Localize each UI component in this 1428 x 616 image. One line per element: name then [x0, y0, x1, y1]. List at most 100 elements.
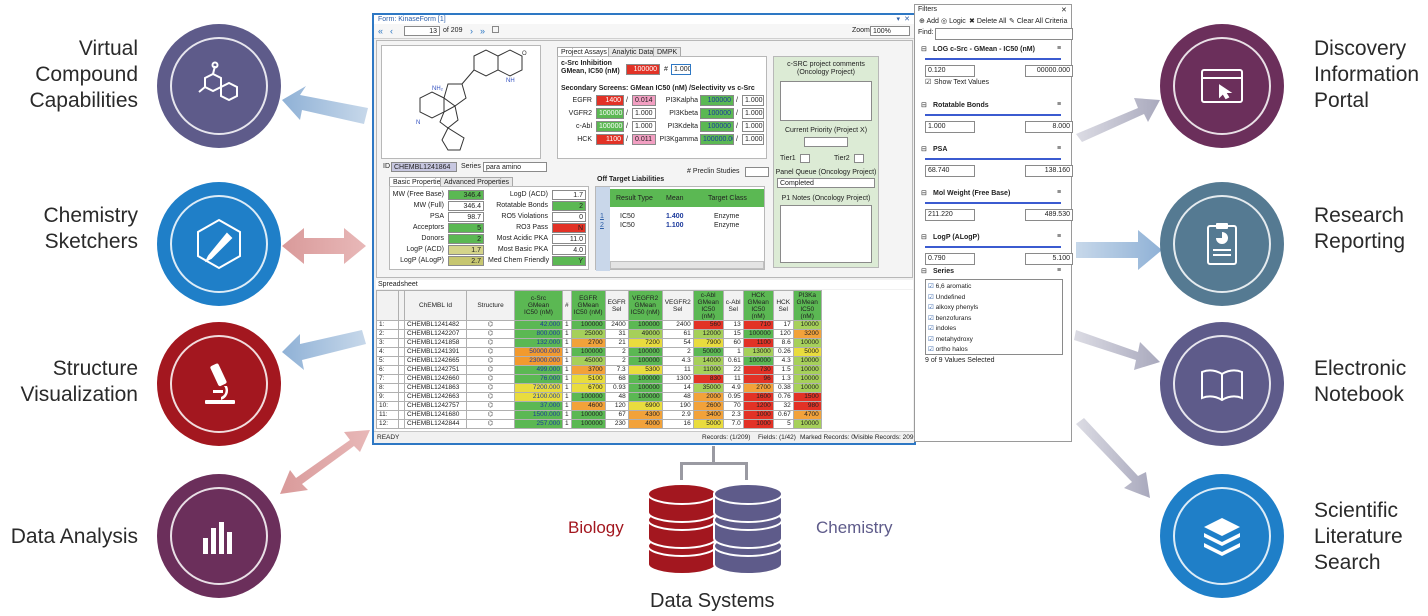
range-slider[interactable] [925, 114, 1061, 116]
checkbox-checked-icon[interactable]: ☑ [928, 346, 936, 353]
pin-icon[interactable]: ▾ [896, 15, 900, 24]
table-row[interactable]: 4: CHEMBL1241391 ⌬ 50000.000 1 100000 2 100000 2… [376, 347, 822, 357]
column-header[interactable]: VEGFR2 GMean IC50 (nM) [627, 290, 663, 321]
grid-icon[interactable] [492, 26, 499, 33]
column-header[interactable]: Structure [466, 290, 515, 321]
series-list[interactable]: ☑ 6,6 aromatic ☑ Undefined ☑ alkoxy phenyl… [925, 279, 1063, 355]
filter-menu-icon[interactable]: ≡ [1057, 101, 1061, 108]
series-item[interactable]: ☑ Undefined [928, 293, 965, 302]
offtarget-row-number[interactable]: 1 [600, 213, 604, 220]
logic-button[interactable]: ◎ Logic [941, 17, 966, 25]
first-record-icon[interactable]: « [378, 26, 383, 36]
collapse-icon[interactable]: ⊟ [921, 101, 927, 109]
collapse-icon[interactable]: ⊟ [921, 145, 927, 153]
zoom-select[interactable]: 100% [870, 26, 910, 36]
checkbox-checked-icon[interactable]: ☑ [928, 336, 936, 343]
range-max-input[interactable]: 00000.000 [1025, 65, 1073, 77]
checkbox-checked-icon[interactable]: ☑ [928, 325, 936, 332]
column-header[interactable]: HCK GMean IC50 (nM) [742, 290, 774, 321]
column-header[interactable]: EGFR GMean IC50 (nM) [570, 290, 606, 321]
offtarget-row-number[interactable]: 2 [600, 222, 604, 229]
series-item[interactable]: ☑ 6,6 aromatic [928, 282, 971, 291]
range-max-input[interactable]: 5.100 [1025, 253, 1073, 265]
close-icon[interactable]: ✕ [904, 15, 910, 24]
panel-queue-field[interactable]: Completed [777, 178, 875, 188]
table-row[interactable]: 7: CHEMBL1242660 ⌬ 76.000 1 5100 68 100000 1300 8… [376, 374, 822, 384]
prev-record-icon[interactable]: ‹ [390, 26, 393, 36]
filters-close-icon[interactable]: ✕ [1061, 6, 1067, 14]
show-text-checkbox[interactable]: ☑ [925, 78, 931, 86]
range-min-input[interactable]: 1.000 [925, 121, 975, 133]
range-min-input[interactable]: 0.790 [925, 253, 975, 265]
column-header[interactable]: EGFR Sel [604, 290, 629, 321]
series-field[interactable]: para amino [483, 162, 547, 172]
series-collapse-icon[interactable]: ⊟ [921, 267, 927, 275]
collapse-icon[interactable]: ⊟ [921, 45, 927, 53]
range-slider[interactable] [925, 202, 1061, 204]
collapse-icon[interactable]: ⊟ [921, 189, 927, 197]
checkbox-checked-icon[interactable]: ☑ [928, 315, 936, 322]
add-filter-button[interactable]: ⊕ Add [919, 17, 939, 25]
property-value: 1.7 [448, 245, 484, 255]
table-row[interactable]: 12: CHEMBL1242844 ⌬ 257.000 1 100000 230 4000 16… [376, 419, 822, 429]
column-header[interactable]: ChEMBL Id [404, 290, 467, 321]
last-record-icon[interactable]: » [480, 26, 485, 36]
tier1-checkbox[interactable] [800, 154, 810, 163]
series-item[interactable]: ☑ benzofurans [928, 314, 971, 323]
filter-menu-icon[interactable]: ≡ [1057, 189, 1061, 196]
filter-menu-icon[interactable]: ≡ [1057, 145, 1061, 152]
checkbox-checked-icon[interactable]: ☑ [928, 294, 936, 301]
range-max-input[interactable]: 138.160 [1025, 165, 1073, 177]
column-header[interactable]: VEGFR2 Sel [661, 290, 694, 321]
series-item[interactable]: ☑ ortho halos [928, 345, 968, 354]
table-row[interactable]: 10: CHEMBL1242757 ⌬ 37.000 1 4600 120 6900 190 26… [376, 401, 822, 411]
comments-field[interactable] [780, 81, 872, 121]
checkbox-checked-icon[interactable]: ☑ [928, 304, 936, 311]
series-item[interactable]: ☑ indoles [928, 324, 956, 333]
series-item[interactable]: ☑ metahydroxy [928, 335, 973, 344]
table-row[interactable]: 1: CHEMBL1241482 ⌬ 42.000 1 100000 2400 100000 2… [376, 320, 822, 330]
id-field[interactable]: CHEMBL1241864 [391, 162, 457, 172]
range-min-input[interactable]: 0.120 [925, 65, 975, 77]
table-row[interactable]: 8: CHEMBL1241863 ⌬ 7200.000 1 6700 0.93 100000 1… [376, 383, 822, 393]
column-header[interactable]: c-Abl GMean IC50 (nM) [692, 290, 724, 321]
range-slider[interactable] [925, 58, 1061, 60]
p1-notes-field[interactable] [780, 205, 872, 263]
checkbox-checked-icon[interactable]: ☑ [928, 283, 936, 290]
delete-all-button[interactable]: ✖ Delete All [969, 17, 1006, 25]
compound-structure-icon: O NH₂ N NH [416, 49, 527, 151]
preclin-field[interactable] [745, 167, 769, 177]
priority-field[interactable] [804, 137, 848, 147]
column-header[interactable]: c-Abl Sel [722, 290, 744, 321]
next-record-icon[interactable]: › [470, 26, 473, 36]
filter-menu-icon[interactable]: ≡ [1057, 45, 1061, 52]
property-label: Acceptors [412, 224, 444, 231]
find-input[interactable] [935, 28, 1073, 40]
range-max-input[interactable]: 8.000 [1025, 121, 1073, 133]
range-min-input[interactable]: 211.220 [925, 209, 975, 221]
tier2-checkbox[interactable] [854, 154, 864, 163]
cell-id: CHEMBL1241482 [404, 320, 467, 330]
range-slider[interactable] [925, 158, 1061, 160]
offtarget-scrollbar[interactable] [610, 261, 764, 269]
series-item[interactable]: ☑ alkoxy phenyls [928, 303, 978, 312]
table-row[interactable]: 9: CHEMBL1242663 ⌬ 2100.000 1 100000 48 100000 4… [376, 392, 822, 402]
range-min-input[interactable]: 68.740 [925, 165, 975, 177]
table-row[interactable]: 2: CHEMBL1242207 ⌬ 800.000 1 25000 31 49000 61 12… [376, 329, 822, 339]
series-menu-icon[interactable]: ≡ [1057, 267, 1061, 274]
table-row[interactable]: 11: CHEMBL1241680 ⌬ 1500.000 1 100000 67 4300 2.… [376, 410, 822, 420]
filter-menu-icon[interactable]: ≡ [1057, 233, 1061, 240]
series-item-label: Undefined [935, 293, 966, 301]
column-header[interactable]: c-Src GMean IC50 (nM) [514, 290, 563, 321]
record-index-input[interactable]: 13 [404, 26, 440, 36]
table-row[interactable]: 3: CHEMBL1241858 ⌬ 132.000 1 2700 21 7200 54 7900… [376, 338, 822, 348]
table-row[interactable]: 5: CHEMBL1242665 ⌬ 23000.000 1 45000 2 100000 4.… [376, 356, 822, 366]
collapse-icon[interactable]: ⊟ [921, 233, 927, 241]
table-row[interactable]: 6: CHEMBL1242751 ⌬ 499.000 1 3700 7.3 5300 11 110… [376, 365, 822, 375]
column-header[interactable]: # [562, 290, 572, 321]
column-header[interactable]: HCK Sel [772, 290, 794, 321]
column-header[interactable]: PI3Ka GMean IC50 (nM) [792, 290, 822, 321]
clear-all-button[interactable]: ✎ Clear All Criteria [1009, 17, 1067, 25]
range-max-input[interactable]: 489.530 [1025, 209, 1073, 221]
range-slider[interactable] [925, 246, 1061, 248]
